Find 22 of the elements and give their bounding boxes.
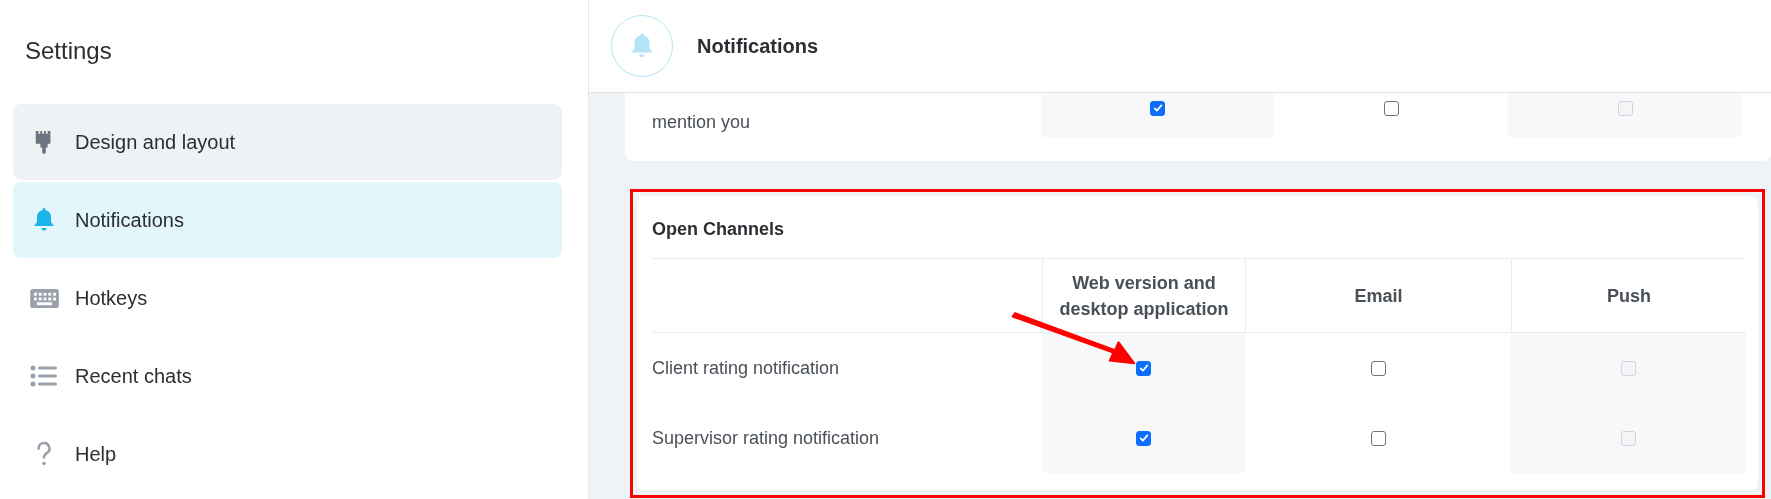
sidebar-item[interactable]: Hotkeys bbox=[13, 260, 562, 336]
list-icon bbox=[30, 364, 58, 388]
sidebar-item[interactable]: Notifications bbox=[13, 182, 562, 258]
row-label: mention you bbox=[652, 111, 752, 134]
sidebar-item[interactable]: Recent chats bbox=[13, 338, 562, 414]
question-mark-icon bbox=[35, 441, 53, 467]
section-title: Open Channels bbox=[652, 218, 786, 241]
keyboard-icon bbox=[28, 287, 60, 309]
checkbox[interactable] bbox=[1383, 100, 1399, 116]
row-label: Supervisor rating notification bbox=[652, 427, 881, 450]
checkbox[interactable] bbox=[1370, 360, 1386, 376]
sidebar-title: Settings bbox=[25, 36, 113, 66]
checkbox[interactable] bbox=[1370, 430, 1386, 446]
sidebar-item[interactable]: Help bbox=[13, 416, 562, 492]
checkbox[interactable] bbox=[1150, 100, 1165, 116]
row-label: Client rating notification bbox=[652, 357, 841, 380]
checkbox[interactable] bbox=[1136, 360, 1151, 376]
checkbox[interactable] bbox=[1136, 430, 1151, 446]
column-header: Push bbox=[1511, 259, 1746, 332]
page-title: Notifications bbox=[697, 34, 819, 58]
sidebar-item[interactable]: Design and layout bbox=[13, 104, 562, 180]
column-header: Email bbox=[1245, 259, 1511, 332]
